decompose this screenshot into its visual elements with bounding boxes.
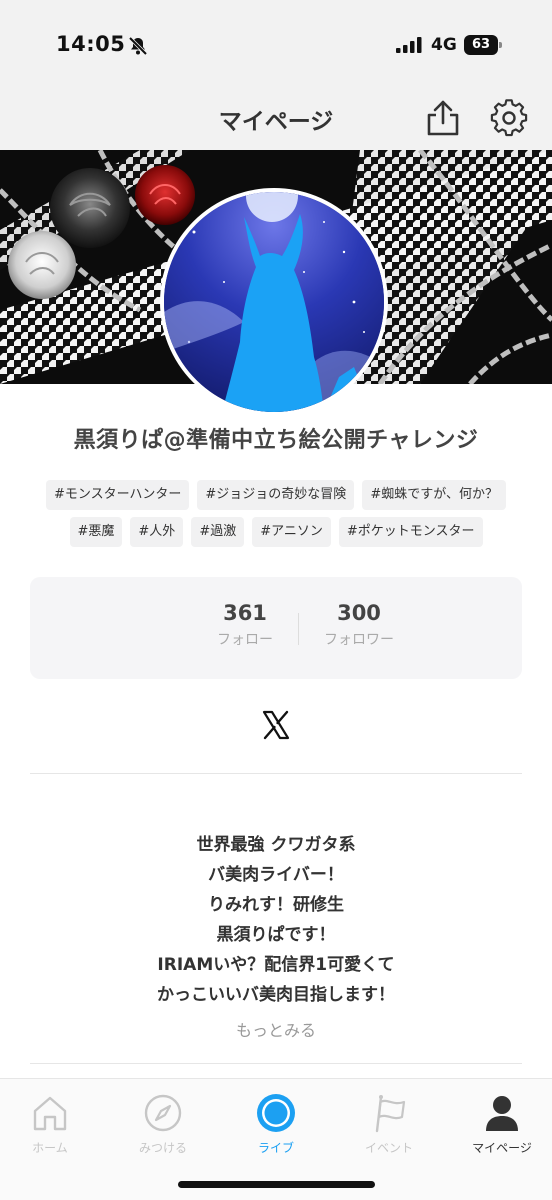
bio: 世界最強 クワガタ系 バ美肉ライバー！ りみれす！研修生 黒須りぱです！ IRI… xyxy=(0,830,552,1010)
battery-icon: 63 xyxy=(464,35,502,55)
interest-tag[interactable]: #蜘蛛ですが、何か？ xyxy=(362,480,506,510)
tab-label: みつける xyxy=(138,1141,187,1155)
bio-line: IRIAMいや？配信界1可愛くて xyxy=(157,955,395,975)
page-title: マイページ xyxy=(218,109,334,135)
bio-line: バ美肉ライバー！ xyxy=(208,865,344,885)
interest-tag[interactable]: #モンスターハンター xyxy=(46,480,190,510)
divider xyxy=(30,1063,522,1064)
follower-count: 300 xyxy=(337,601,381,625)
interest-tag[interactable]: #人外 xyxy=(130,517,184,547)
divider xyxy=(30,773,522,774)
bio-line: りみれす！研修生 xyxy=(208,895,344,915)
tag-row: #モンスターハンター #ジョジョの奇妙な冒険 #蜘蛛ですが、何か？ xyxy=(0,480,552,510)
tab-label: イベント xyxy=(364,1141,413,1155)
see-more-link[interactable]: もっとみる xyxy=(0,1017,552,1041)
gear-icon[interactable] xyxy=(490,98,528,138)
person-icon xyxy=(486,1096,518,1131)
network-type: 4G xyxy=(431,35,457,55)
live-icon xyxy=(257,1094,295,1132)
tab-label: ホーム xyxy=(32,1141,68,1155)
x-logo-icon[interactable] xyxy=(262,710,290,740)
interest-tag[interactable]: #アニソン xyxy=(252,517,331,547)
display-name: 黒須りぱ@準備中立ち絵公開チャレンジ xyxy=(73,428,479,453)
tab-label: ライブ xyxy=(257,1141,294,1155)
tab-event[interactable]: イベント xyxy=(334,1093,444,1156)
status-time: 14:05 xyxy=(56,32,126,56)
tab-discover[interactable]: みつける xyxy=(108,1093,218,1156)
follower-stat[interactable]: 300 フォロワー xyxy=(299,601,419,649)
interest-tag[interactable]: #ポケットモンスター xyxy=(338,517,483,547)
tab-home[interactable]: ホーム xyxy=(0,1093,105,1156)
avatar[interactable] xyxy=(160,188,388,416)
signal-icon xyxy=(396,37,422,53)
bio-line: 黒須りぱです！ xyxy=(216,925,336,945)
interest-tag[interactable]: #悪魔 xyxy=(69,517,123,547)
follower-label: フォロワー xyxy=(324,632,394,648)
follow-stat[interactable]: 361 フォロー xyxy=(185,601,305,649)
follow-stats: 361 フォロー 300 フォロワー xyxy=(30,577,522,679)
avatar-image xyxy=(164,192,384,412)
home-icon xyxy=(33,1096,67,1131)
bell-off-icon xyxy=(128,36,148,56)
tag-row: #悪魔 #人外 #過激 #アニソン #ポケットモンスター xyxy=(0,517,552,547)
tab-label: マイページ xyxy=(472,1141,532,1155)
flag-icon xyxy=(375,1095,406,1133)
interest-tag[interactable]: #過激 xyxy=(191,517,245,547)
follow-count: 361 xyxy=(223,601,267,625)
bio-line: かっこいいバ美肉目指します！ xyxy=(157,985,395,1005)
bio-line: 世界最強 クワガタ系 xyxy=(196,835,356,855)
tab-mypage[interactable]: マイページ xyxy=(447,1093,552,1156)
interest-tag[interactable]: #ジョジョの奇妙な冒険 xyxy=(197,480,355,510)
compass-icon xyxy=(144,1094,182,1132)
share-icon[interactable] xyxy=(424,98,462,138)
battery-level: 63 xyxy=(464,35,498,55)
follow-label: フォロー xyxy=(217,632,273,648)
home-indicator xyxy=(178,1181,375,1188)
tab-live[interactable]: ライブ xyxy=(221,1093,331,1156)
header: マイページ xyxy=(0,92,552,150)
status-bar: 14:05 4G 63 xyxy=(0,0,552,92)
